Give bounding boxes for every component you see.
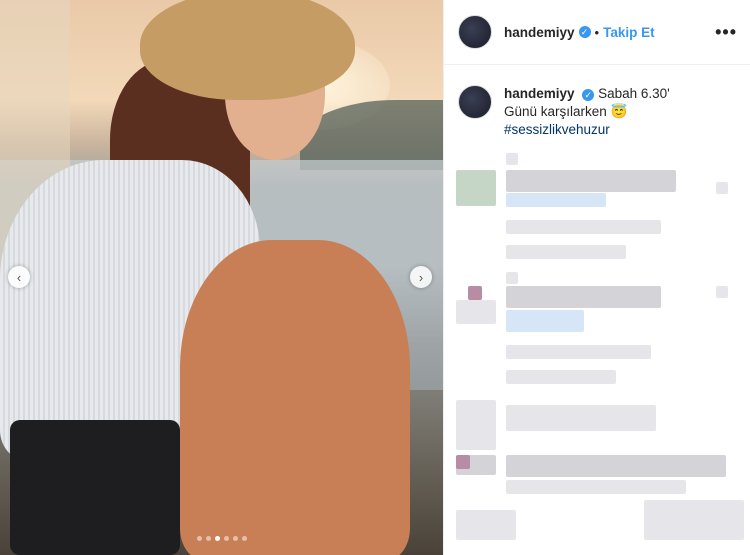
carousel-dot (196, 536, 202, 541)
blurred-avatar (456, 300, 496, 324)
blurred-avatar (468, 286, 482, 300)
carousel-dot (232, 536, 238, 541)
carousel-indicator (0, 536, 443, 541)
caption-username[interactable]: handemiyy (504, 86, 575, 101)
avatar[interactable] (458, 15, 492, 49)
caption-text: handemiyy ✓ Sabah 6.30' Günü karşılarken… (504, 85, 670, 139)
blurred-block (506, 153, 518, 165)
blurred-avatar (456, 455, 470, 469)
subject-legs (180, 240, 410, 555)
caption: handemiyy ✓ Sabah 6.30' Günü karşılarken… (444, 65, 750, 139)
blurred-block (506, 455, 726, 477)
chevron-right-icon: › (418, 269, 424, 285)
blurred-block (506, 370, 616, 384)
username-link[interactable]: handemiyy (504, 25, 575, 40)
carousel-dot (223, 536, 229, 541)
blurred-block (506, 286, 661, 308)
verified-badge-icon: ✓ (578, 26, 591, 38)
next-slide-button[interactable]: › (410, 266, 432, 288)
hashtag-link[interactable]: #sessizlikvehuzur (504, 121, 670, 139)
blurred-block (506, 345, 651, 359)
caption-line: Günü karşılarken 😇 (504, 104, 628, 119)
separator-dot: • (594, 24, 600, 40)
blurred-block (716, 182, 728, 194)
blurred-block (716, 286, 728, 298)
verified-badge-icon: ✓ (582, 89, 595, 101)
blurred-block (506, 193, 606, 207)
blurred-block (456, 510, 516, 540)
blurred-avatar (456, 170, 496, 206)
caption-line: Sabah 6.30' (598, 86, 670, 101)
previous-slide-button[interactable]: ‹ (8, 266, 30, 288)
blurred-block (644, 500, 744, 540)
blurred-block (506, 405, 656, 431)
blurred-avatar (456, 400, 496, 450)
blurred-block (506, 310, 584, 332)
carousel-dot (205, 536, 211, 541)
blurred-block (506, 170, 676, 192)
post-photo[interactable]: ‹ › (0, 0, 443, 555)
carousel-dot (241, 536, 247, 541)
blurred-block (506, 245, 626, 259)
subject-hat (140, 0, 355, 100)
blurred-block (506, 272, 518, 284)
follow-button[interactable]: Takip Et (603, 25, 655, 40)
caption-avatar[interactable] (458, 85, 492, 119)
post-sidebar: handemiyy ✓ • Takip Et ••• handemiyy ✓ S… (443, 0, 750, 555)
subject-shorts (10, 420, 180, 555)
post-header: handemiyy ✓ • Takip Et ••• (444, 0, 750, 65)
carousel-dot-active (214, 536, 220, 541)
blurred-block (506, 480, 686, 494)
more-options-icon[interactable]: ••• (715, 22, 737, 43)
chevron-left-icon: ‹ (16, 269, 22, 285)
blurred-block (506, 220, 661, 234)
